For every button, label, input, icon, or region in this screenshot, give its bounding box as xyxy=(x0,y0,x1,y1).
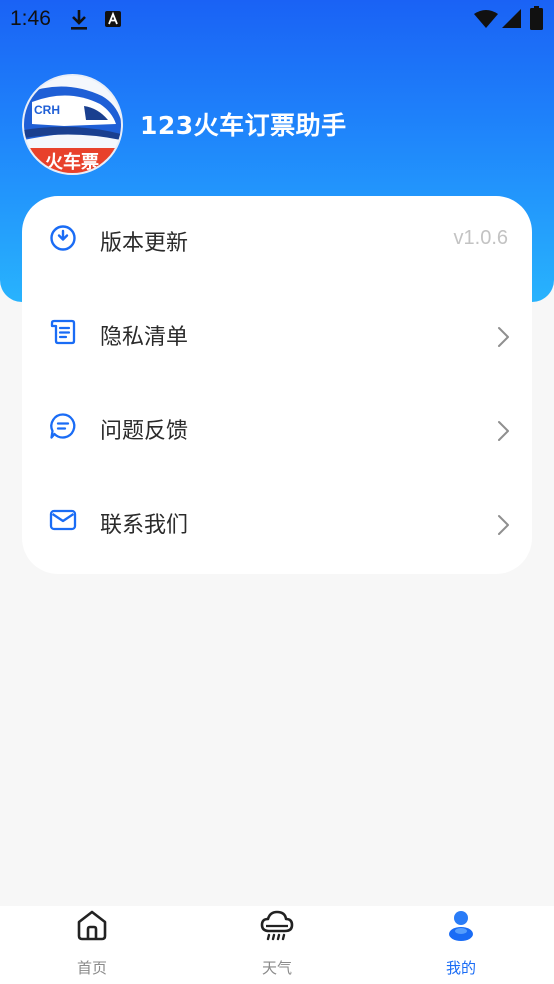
status-time: 1:46 xyxy=(10,7,51,30)
logo-top-text: CRH xyxy=(34,103,60,117)
privacy-list-icon xyxy=(50,319,76,345)
home-icon xyxy=(77,910,107,941)
mail-icon xyxy=(49,509,77,531)
menu-item-feedback[interactable]: 问题反馈 xyxy=(22,384,532,478)
menu-item-privacy-list[interactable]: 隐私清单 xyxy=(22,290,532,384)
tab-weather[interactable]: 天气 xyxy=(217,906,337,984)
battery-icon xyxy=(530,6,543,30)
feedback-chat-icon xyxy=(50,413,76,439)
bottom-tab-bar: 首页 天气 我的 xyxy=(0,906,554,984)
logo-bottom-text: 火车票 xyxy=(45,151,99,173)
menu-label: 问题反馈 xyxy=(100,419,189,444)
app-logo: CRH 火车票 xyxy=(22,74,123,175)
settings-card: 版本更新 v1.0.6 隐私清单 问题反馈 联系我们 xyxy=(22,196,532,574)
chevron-right-icon xyxy=(498,515,509,535)
menu-label: 联系我们 xyxy=(100,513,189,538)
update-clock-icon xyxy=(50,225,76,251)
signal-icon xyxy=(502,9,521,28)
tab-label: 天气 xyxy=(261,959,292,977)
user-icon xyxy=(449,911,473,941)
status-bar: 1:46 xyxy=(0,0,554,40)
tab-label: 我的 xyxy=(445,959,476,977)
profile-page: 1:46 CRH 火车票 123火车订票助手 版本更新 v1.0.6 隐私清单 … xyxy=(0,0,554,984)
download-icon xyxy=(71,10,87,30)
chevron-right-icon xyxy=(498,421,509,441)
a-notification-icon xyxy=(105,11,121,27)
tab-mine[interactable]: 我的 xyxy=(401,906,521,984)
menu-item-version-update[interactable]: 版本更新 v1.0.6 xyxy=(22,196,532,290)
app-title: 123火车订票助手 xyxy=(140,111,347,140)
tab-label: 首页 xyxy=(76,959,107,977)
version-number: v1.0.6 xyxy=(453,227,508,249)
menu-label: 隐私清单 xyxy=(100,325,189,350)
train-logo-icon: CRH 火车票 xyxy=(24,76,121,173)
menu-label: 版本更新 xyxy=(100,231,189,256)
menu-item-contact-us[interactable]: 联系我们 xyxy=(22,478,532,572)
chevron-right-icon xyxy=(498,327,509,347)
cloud-rain-icon xyxy=(260,910,294,941)
wifi-icon xyxy=(474,10,498,28)
tab-home[interactable]: 首页 xyxy=(32,906,152,984)
